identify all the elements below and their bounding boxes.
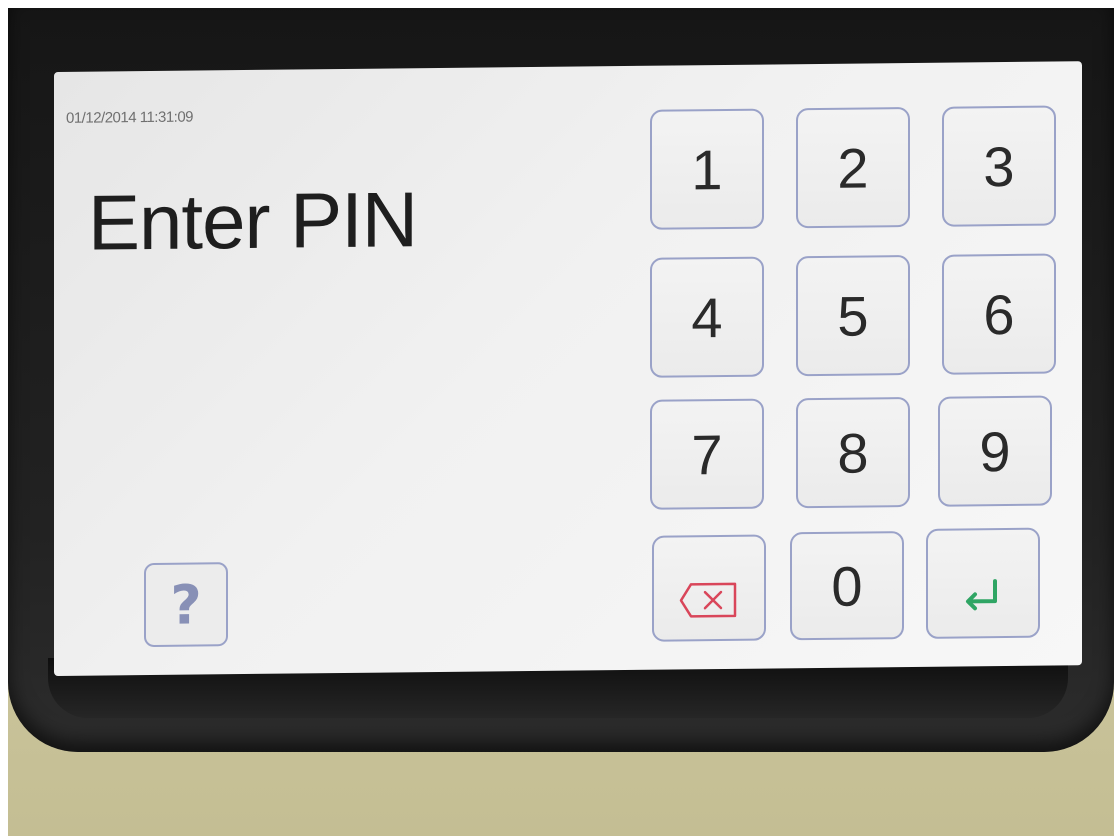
- key-6[interactable]: 6: [942, 253, 1056, 375]
- backspace-icon: [677, 568, 741, 618]
- key-4[interactable]: 4: [650, 256, 764, 378]
- photo-background: 01/12/2014 11:31:09 Enter PIN 1 2 3 4 5 …: [8, 8, 1114, 836]
- enter-icon: [959, 563, 1007, 611]
- timestamp: 01/12/2014 11:31:09: [66, 108, 194, 127]
- key-1[interactable]: 1: [650, 108, 764, 230]
- key-9[interactable]: 9: [938, 395, 1052, 507]
- help-icon: ?: [170, 572, 202, 637]
- key-3[interactable]: 3: [942, 105, 1056, 227]
- key-8[interactable]: 8: [796, 397, 910, 509]
- key-7[interactable]: 7: [650, 398, 764, 510]
- enter-button[interactable]: [926, 527, 1040, 639]
- help-button[interactable]: ?: [144, 562, 228, 648]
- page-title: Enter PIN: [88, 175, 418, 267]
- backspace-button[interactable]: [652, 534, 766, 642]
- key-0[interactable]: 0: [790, 531, 904, 641]
- touch-screen: 01/12/2014 11:31:09 Enter PIN 1 2 3 4 5 …: [54, 61, 1082, 676]
- key-2[interactable]: 2: [796, 107, 910, 229]
- key-5[interactable]: 5: [796, 255, 910, 377]
